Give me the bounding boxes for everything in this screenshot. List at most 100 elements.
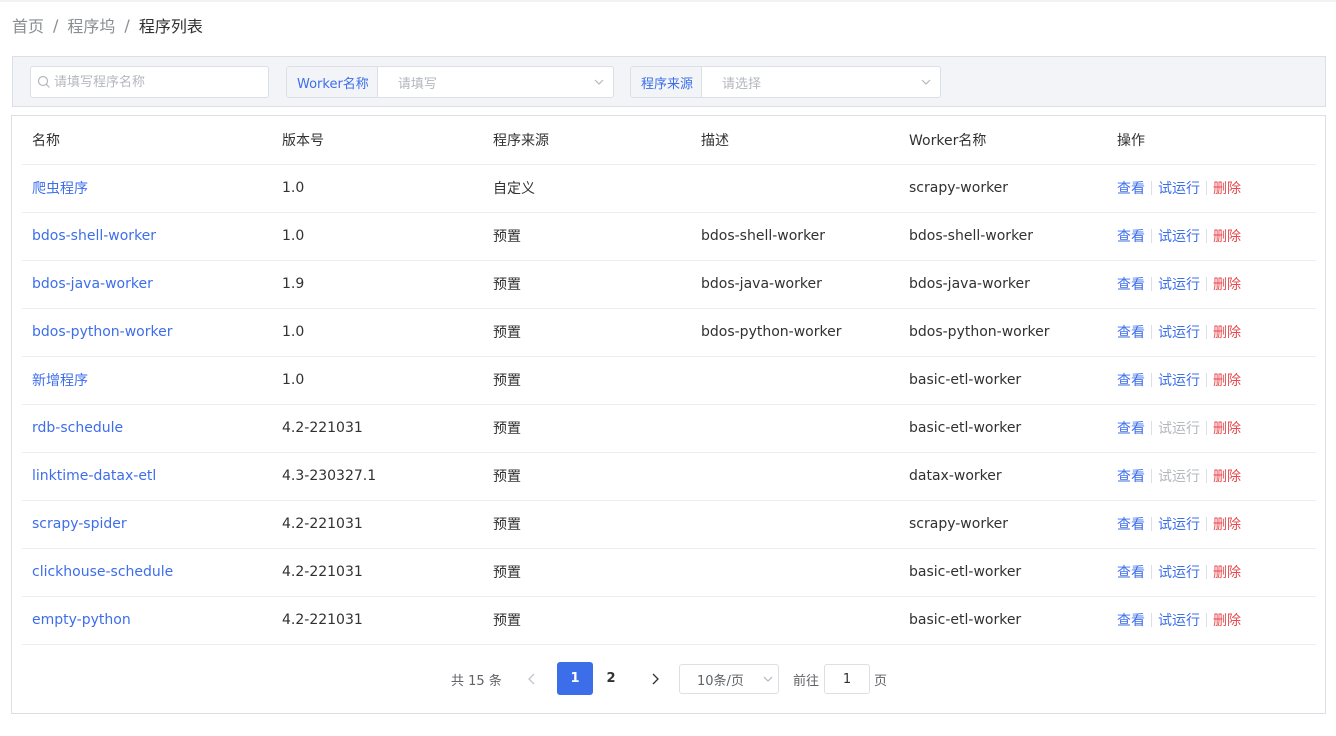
delete-button[interactable]: 删除	[1213, 178, 1241, 198]
trial-run-button[interactable]: 试运行	[1158, 226, 1200, 246]
delete-button[interactable]: 删除	[1213, 226, 1241, 246]
program-source: 预置	[483, 260, 691, 309]
program-name-search[interactable]	[30, 66, 269, 98]
program-description	[691, 356, 899, 405]
action-divider	[1151, 181, 1152, 195]
goto-page-input[interactable]	[824, 664, 870, 694]
program-description	[691, 548, 899, 597]
view-button[interactable]: 查看	[1117, 418, 1145, 438]
action-divider	[1151, 613, 1152, 627]
header-actions: 操作	[1107, 116, 1316, 165]
header-worker: Worker名称	[899, 116, 1107, 165]
chevron-down-icon	[762, 673, 774, 685]
search-icon	[37, 75, 51, 89]
program-version: 4.3-230327.1	[272, 452, 483, 501]
program-name-link[interactable]: scrapy-spider	[22, 500, 272, 549]
program-worker: bdos-shell-worker	[899, 212, 1107, 261]
header-name: 名称	[22, 116, 272, 165]
view-button[interactable]: 查看	[1117, 466, 1145, 486]
action-divider	[1206, 613, 1207, 627]
program-source: 预置	[483, 452, 691, 501]
program-name-link[interactable]: bdos-python-worker	[22, 308, 272, 357]
program-name-link[interactable]: linktime-datax-etl	[22, 452, 272, 501]
program-source: 预置	[483, 404, 691, 453]
program-description	[691, 404, 899, 453]
breadcrumb-program-dock[interactable]: 程序坞	[67, 13, 115, 37]
trial-run-button[interactable]: 试运行	[1158, 562, 1200, 582]
delete-button[interactable]: 删除	[1213, 322, 1241, 342]
filter-bar: Worker名称 请填写 程序来源 请选择	[12, 56, 1326, 107]
program-table-card: 名称 版本号 程序来源 描述 Worker名称 操作 爬虫程序 1.0 自定义 scr…	[11, 115, 1326, 714]
table-row: bdos-java-worker 1.9 预置 bdos-java-worker bdo…	[22, 260, 1316, 309]
delete-button[interactable]: 删除	[1213, 370, 1241, 390]
table-row: rdb-schedule 4.2-221031 预置 basic-etl-worker…	[22, 404, 1316, 453]
program-name-link[interactable]: 新增程序	[22, 356, 272, 405]
program-worker: datax-worker	[899, 452, 1107, 501]
breadcrumb-home[interactable]: 首页	[12, 13, 44, 37]
chevron-right-icon	[652, 673, 659, 685]
program-actions: 查看 试运行 删除	[1107, 404, 1316, 453]
goto-suffix: 页	[874, 674, 888, 689]
view-button[interactable]: 查看	[1117, 610, 1145, 630]
program-actions: 查看 试运行 删除	[1107, 212, 1316, 261]
table-row: 爬虫程序 1.0 自定义 scrapy-worker 查看 试运行 删除	[22, 164, 1316, 213]
program-name-link[interactable]: empty-python	[22, 596, 272, 645]
delete-button[interactable]: 删除	[1213, 466, 1241, 486]
program-actions: 查看 试运行 删除	[1107, 596, 1316, 645]
action-divider	[1206, 277, 1207, 291]
delete-button[interactable]: 删除	[1213, 562, 1241, 582]
action-divider	[1151, 421, 1152, 435]
view-button[interactable]: 查看	[1117, 322, 1145, 342]
view-button[interactable]: 查看	[1117, 514, 1145, 534]
trial-run-button[interactable]: 试运行	[1158, 610, 1200, 630]
trial-run-button[interactable]: 试运行	[1158, 322, 1200, 342]
page-2-button[interactable]: 2	[593, 662, 629, 695]
delete-button[interactable]: 删除	[1213, 514, 1241, 534]
page-size-select[interactable]: 10条/页	[679, 664, 779, 694]
next-page-button[interactable]	[645, 670, 665, 688]
trial-run-button[interactable]: 试运行	[1158, 514, 1200, 534]
program-name-link[interactable]: clickhouse-schedule	[22, 548, 272, 597]
chevron-down-icon	[920, 76, 932, 88]
program-source-filter[interactable]: 程序来源 请选择	[630, 66, 941, 98]
top-divider	[0, 0, 1336, 2]
action-divider	[1206, 565, 1207, 579]
view-button[interactable]: 查看	[1117, 274, 1145, 294]
worker-name-filter[interactable]: Worker名称 请填写	[286, 66, 614, 98]
source-filter-select[interactable]: 请选择	[702, 67, 940, 97]
view-button[interactable]: 查看	[1117, 178, 1145, 198]
header-version: 版本号	[272, 116, 483, 165]
delete-button[interactable]: 删除	[1213, 418, 1241, 438]
trial-run-button[interactable]: 试运行	[1158, 370, 1200, 390]
program-name-link[interactable]: 爬虫程序	[22, 164, 272, 213]
action-divider	[1151, 277, 1152, 291]
table-row: clickhouse-schedule 4.2-221031 预置 basic-etl…	[22, 548, 1316, 597]
search-input[interactable]	[54, 74, 254, 90]
program-name-link[interactable]: bdos-java-worker	[22, 260, 272, 309]
worker-filter-input[interactable]: 请填写	[378, 67, 613, 97]
delete-button[interactable]: 删除	[1213, 610, 1241, 630]
program-actions: 查看 试运行 删除	[1107, 548, 1316, 597]
program-name-link[interactable]: bdos-shell-worker	[22, 212, 272, 261]
breadcrumb-current: 程序列表	[138, 17, 203, 36]
view-button[interactable]: 查看	[1117, 226, 1145, 246]
action-divider	[1206, 517, 1207, 531]
program-name-link[interactable]: rdb-schedule	[22, 404, 272, 453]
view-button[interactable]: 查看	[1117, 562, 1145, 582]
program-actions: 查看 试运行 删除	[1107, 164, 1316, 213]
program-actions: 查看 试运行 删除	[1107, 356, 1316, 405]
view-button[interactable]: 查看	[1117, 370, 1145, 390]
program-source: 预置	[483, 596, 691, 645]
trial-run-button: 试运行	[1158, 469, 1200, 485]
trial-run-button[interactable]: 试运行	[1158, 178, 1200, 198]
program-worker: basic-etl-worker	[899, 404, 1107, 453]
program-table: 名称 版本号 程序来源 描述 Worker名称 操作 爬虫程序 1.0 自定义 scr…	[22, 116, 1316, 645]
delete-button[interactable]: 删除	[1213, 274, 1241, 294]
table-row: bdos-shell-worker 1.0 预置 bdos-shell-worker b…	[22, 212, 1316, 261]
program-source: 预置	[483, 212, 691, 261]
page-size-value: 10条/页	[697, 673, 744, 689]
page-1-button[interactable]: 1	[557, 662, 593, 695]
trial-run-button[interactable]: 试运行	[1158, 274, 1200, 294]
prev-page-button[interactable]	[522, 670, 542, 688]
action-divider	[1206, 181, 1207, 195]
